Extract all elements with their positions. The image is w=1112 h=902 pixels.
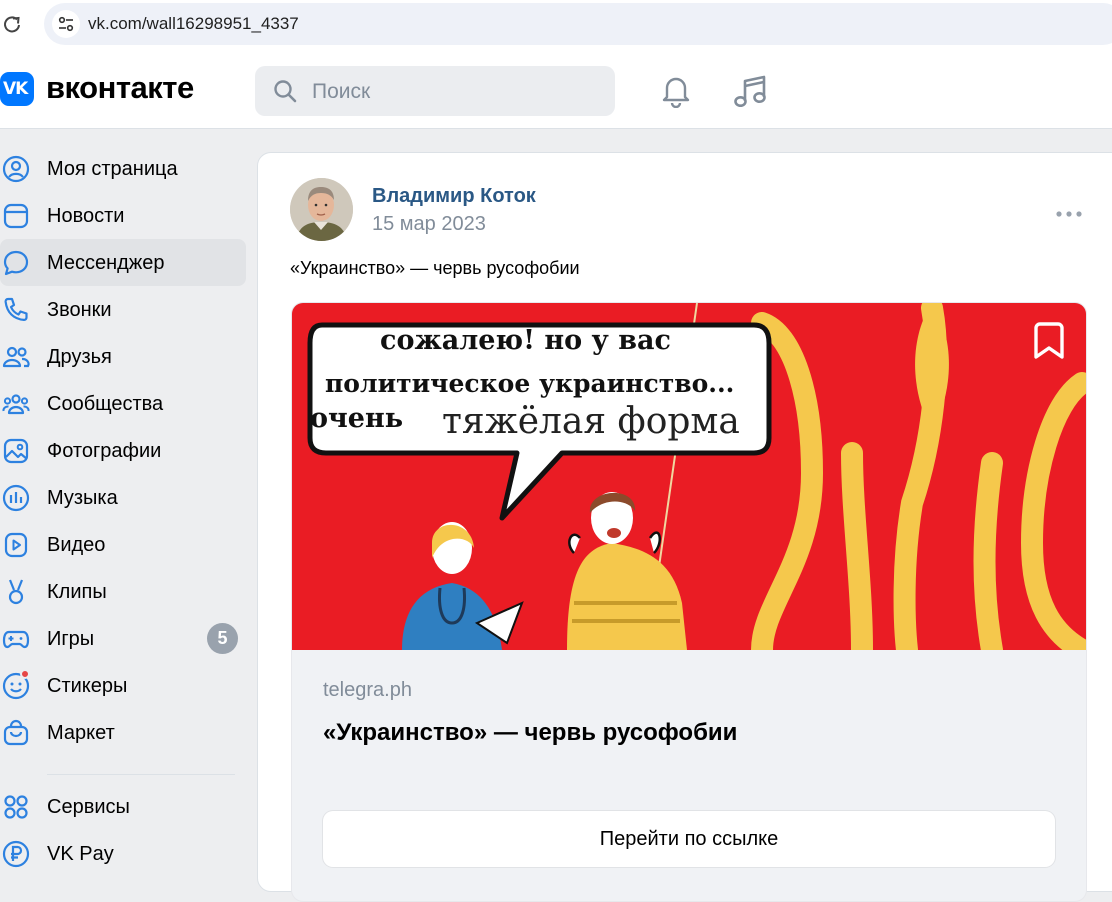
sidebar-item-label: Сервисы [47,796,130,818]
sidebar-item-label: Сообщества [47,393,164,415]
search-placeholder: Поиск [312,80,371,103]
sidebar-item-clips[interactable]: Клипы [0,568,246,615]
link-snippet[interactable]: сожалею! но у вас политическое украинств… [291,302,1087,902]
caption-line-2: политическое украинство... [325,369,735,398]
sidebar-item-market[interactable]: Маркет [0,709,246,756]
notifications-bell-icon[interactable] [658,72,694,113]
sidebar-item-label: Друзья [47,346,112,368]
sidebar-item-photos[interactable]: Фотографии [0,427,246,474]
sidebar-item-label: Фотографии [47,440,162,462]
sidebar-item-video[interactable]: Видео [0,521,246,568]
author-avatar[interactable] [290,178,353,241]
sidebar-item-games[interactable]: Игры 5 [0,615,246,662]
ruble-icon [2,840,30,868]
url-text[interactable]: vk.com/wall16298951_4337 [88,14,299,34]
sidebar-item-communities[interactable]: Сообщества [0,380,246,427]
search-icon [274,80,297,103]
services-grid-icon [4,795,28,819]
post-date[interactable]: 15 мар 2023 [372,213,486,236]
snippet-image[interactable]: сожалею! но у вас политическое украинств… [292,303,1086,650]
post-text: «Украинство» — червь русофобии [290,258,580,278]
brand-name[interactable]: вконтакте [46,70,194,106]
communities-icon [2,394,30,415]
sidebar-item-label: Игры [47,628,95,650]
sidebar-item-label: Новости [47,205,125,227]
sticker-notification-dot [20,669,30,679]
sidebar-item-music[interactable]: Музыка [0,474,246,521]
sidebar-item-label: Маркет [47,722,115,744]
snippet-domain: telegra.ph [323,679,412,701]
games-count-badge: 5 [207,623,238,654]
sidebar-item-label: Музыка [47,487,118,509]
sidebar-item-services[interactable]: Сервисы [0,783,246,830]
site-info-icon[interactable] [52,10,80,38]
sidebar-item-label: Моя страница [47,158,178,180]
more-options-icon[interactable] [1055,207,1083,225]
open-link-button[interactable]: Перейти по ссылке [323,811,1055,867]
sidebar-item-stickers[interactable]: Стикеры [0,662,246,709]
user-circle-icon [2,155,30,183]
sidebar-item-messenger[interactable]: Мессенджер [0,239,246,286]
caption-line-1: сожалею! но у вас [380,325,671,356]
wall-post: Владимир Коток 15 мар 2023 «Украинство» … [257,152,1112,902]
sidebar-item-news[interactable]: Новости [0,192,246,239]
message-bubble-icon [3,250,29,276]
bookmark-icon[interactable] [1032,321,1066,366]
reload-icon[interactable] [2,14,22,34]
news-icon [3,203,29,229]
caption-line-3a: очень [310,403,404,434]
photo-icon [3,438,29,464]
sidebar-item-label: Звонки [47,299,112,321]
search-input[interactable]: Поиск [255,66,615,116]
music-bars-icon [2,484,30,512]
market-bag-icon [3,719,29,746]
sidebar-item-calls[interactable]: Звонки [0,286,246,333]
snippet-title[interactable]: «Украинство» — червь русофобии [323,719,737,747]
sidebar-item-my-page[interactable]: Моя страница [0,145,246,192]
address-bar[interactable]: vk.com/wall16298951_4337 [44,3,1112,45]
vk-logo-text: VK [3,79,28,99]
sidebar-item-label: VK Pay [47,843,114,865]
gamepad-icon [2,630,30,649]
music-note-icon[interactable] [731,72,769,115]
sidebar-item-label: Клипы [47,581,107,603]
sidebar-item-label: Мессенджер [47,252,165,274]
clips-icon [8,579,24,605]
video-icon [4,532,28,558]
sidebar-item-friends[interactable]: Друзья [0,333,246,380]
browser-toolbar: vk.com/wall16298951_4337 [0,0,1112,52]
post-author-link[interactable]: Владимир Коток [372,185,536,208]
sidebar-item-vk-pay[interactable]: VK Pay [0,830,246,877]
phone-icon [4,297,28,321]
caption-line-3b: тяжёлая форма [442,401,740,442]
vk-logo-icon[interactable]: VK [0,72,34,106]
sidebar-item-label: Видео [47,534,106,556]
sidebar-item-label: Стикеры [47,675,128,697]
sidebar-nav: Моя страница Новости Мессенджер Звонки Д… [0,145,250,877]
friends-icon [2,346,30,368]
vk-header: VK вконтакте Поиск [0,52,1112,129]
sidebar-divider [47,774,235,775]
